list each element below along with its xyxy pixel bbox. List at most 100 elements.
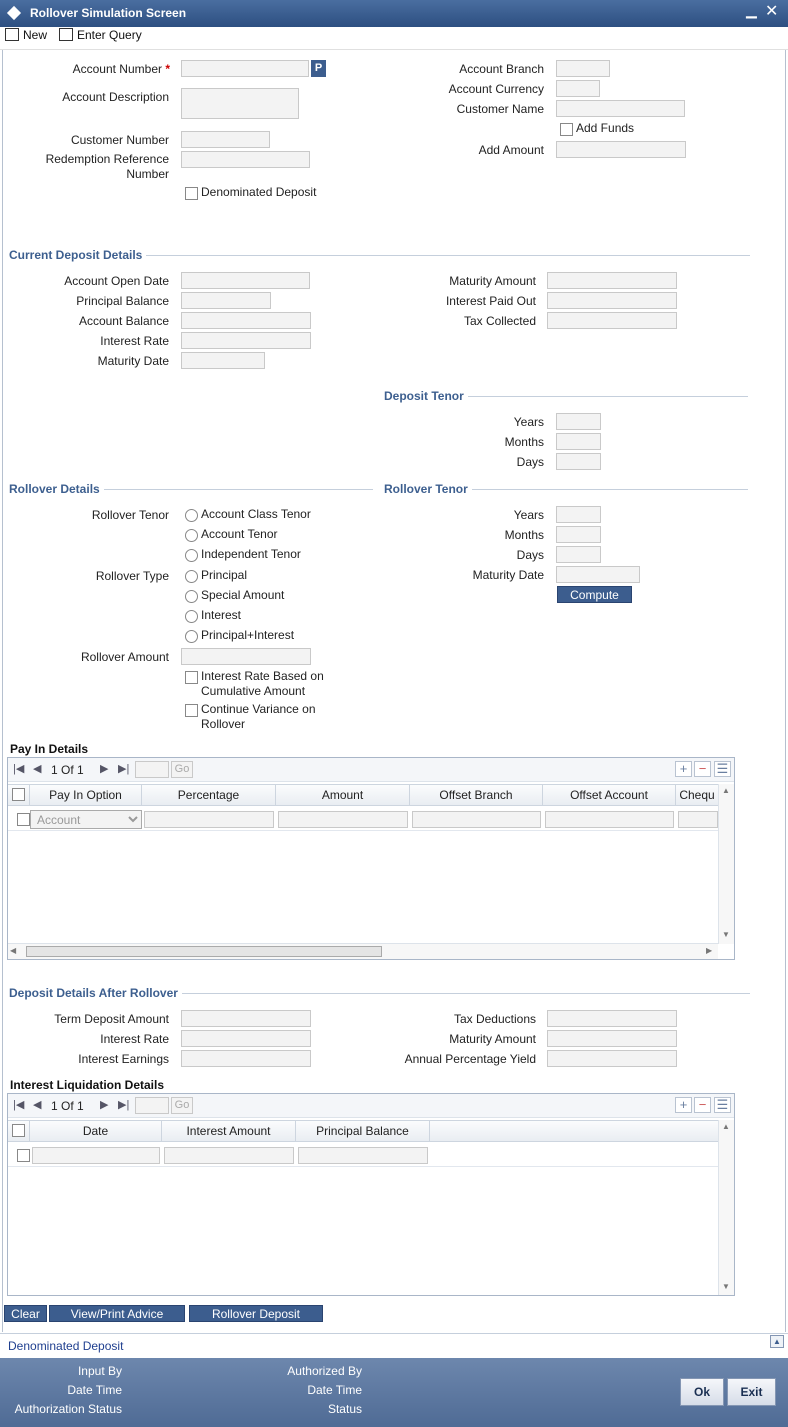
liq-select-all-checkbox[interactable] <box>12 1124 25 1137</box>
liq-last-page-icon[interactable]: ▶| <box>118 1098 129 1111</box>
principal-balance-input[interactable] <box>181 292 271 309</box>
col-interest-amount[interactable]: Interest Amount <box>162 1121 296 1142</box>
liq-prev-page-icon[interactable]: ◀ <box>33 1098 41 1111</box>
rollover-maturity-date-input[interactable] <box>556 566 640 583</box>
liq-page-input[interactable] <box>135 1097 169 1114</box>
scroll-up-icon[interactable]: ▲ <box>722 786 730 795</box>
tenor-radio-account[interactable] <box>185 529 198 542</box>
rollover-amount-input[interactable] <box>181 648 311 665</box>
col-percentage[interactable]: Percentage <box>142 785 276 806</box>
col-cheque[interactable]: Chequ <box>676 785 718 806</box>
tax-collected-input[interactable] <box>547 312 677 329</box>
scroll-right-icon[interactable]: ▶ <box>706 946 712 955</box>
liq-scroll-down-icon[interactable]: ▼ <box>722 1282 730 1291</box>
term-deposit-amount-input[interactable] <box>181 1010 311 1027</box>
col-offset-account[interactable]: Offset Account <box>543 785 676 806</box>
tax-deductions-input[interactable] <box>547 1010 677 1027</box>
liq-select-all[interactable] <box>8 1121 30 1142</box>
pay-in-select-all-checkbox[interactable] <box>12 788 25 801</box>
continue-variance-checkbox[interactable] <box>185 704 198 717</box>
type-radio-interest[interactable] <box>185 610 198 623</box>
add-amount-input[interactable] <box>556 141 686 158</box>
first-page-icon[interactable]: |◀ <box>13 762 24 775</box>
account-number-input[interactable] <box>181 60 309 77</box>
account-branch-input[interactable] <box>556 60 610 77</box>
liq-go-button[interactable]: Go <box>171 1097 193 1114</box>
date-cell[interactable] <box>32 1147 160 1164</box>
compute-button[interactable]: Compute <box>557 586 632 603</box>
clear-button[interactable]: Clear <box>4 1305 47 1322</box>
account-balance-input[interactable] <box>181 312 311 329</box>
col-amount[interactable]: Amount <box>276 785 410 806</box>
horizontal-scroll-thumb[interactable] <box>26 946 382 957</box>
interest-rate-input[interactable] <box>181 332 311 349</box>
view-print-advice-button[interactable]: View/Print Advice <box>49 1305 185 1322</box>
liq-single-record-view-icon[interactable]: ☰ <box>714 1097 731 1113</box>
interest-rate-cumulative-checkbox[interactable] <box>185 671 198 684</box>
scroll-left-icon[interactable]: ◀ <box>10 946 16 955</box>
account-currency-input[interactable] <box>556 80 600 97</box>
ok-button[interactable]: Ok <box>680 1378 724 1406</box>
tenor-radio-independent[interactable] <box>185 549 198 562</box>
maturity-date-input[interactable] <box>181 352 265 369</box>
interest-paid-out-input[interactable] <box>547 292 677 309</box>
customer-name-input[interactable] <box>556 100 685 117</box>
offset-account-cell[interactable] <box>545 811 674 828</box>
close-icon[interactable]: ✕ <box>765 1 778 21</box>
pay-in-go-button[interactable]: Go <box>171 761 193 778</box>
liq-next-page-icon[interactable]: ▶ <box>100 1098 108 1111</box>
scroll-down-icon[interactable]: ▼ <box>722 930 730 939</box>
add-funds-checkbox[interactable] <box>560 123 573 136</box>
liq-delete-row-icon[interactable]: − <box>694 1097 711 1113</box>
delete-row-icon[interactable]: − <box>694 761 711 777</box>
liq-first-page-icon[interactable]: |◀ <box>13 1098 24 1111</box>
apy-input[interactable] <box>547 1050 677 1067</box>
customer-number-input[interactable] <box>181 131 270 148</box>
pay-in-select-all[interactable] <box>8 785 30 806</box>
after-maturity-amount-input[interactable] <box>547 1030 677 1047</box>
deposit-months-input[interactable] <box>556 433 601 450</box>
col-date[interactable]: Date <box>30 1121 162 1142</box>
offset-branch-cell[interactable] <box>412 811 541 828</box>
type-radio-principal[interactable] <box>185 570 198 583</box>
collapse-up-icon[interactable]: ▲ <box>770 1335 784 1348</box>
exit-button[interactable]: Exit <box>727 1378 776 1406</box>
type-radio-special-amount[interactable] <box>185 590 198 603</box>
pay-in-option-select[interactable]: Account <box>30 810 142 829</box>
col-principal-balance[interactable]: Principal Balance <box>296 1121 430 1142</box>
deposit-years-input[interactable] <box>556 413 601 430</box>
add-row-icon[interactable]: + <box>675 761 692 777</box>
account-description-input[interactable] <box>181 88 299 119</box>
account-lov-button[interactable]: P <box>311 60 326 77</box>
liq-row-select-checkbox[interactable] <box>17 1149 30 1162</box>
next-page-icon[interactable]: ▶ <box>100 762 108 775</box>
liq-add-row-icon[interactable]: + <box>675 1097 692 1113</box>
maturity-amount-input[interactable] <box>547 272 677 289</box>
col-pay-in-option[interactable]: Pay In Option <box>30 785 142 806</box>
rollover-deposit-button[interactable]: Rollover Deposit <box>189 1305 323 1322</box>
row-select-checkbox[interactable] <box>17 813 30 826</box>
pay-in-page-input[interactable] <box>135 761 169 778</box>
interest-amount-cell[interactable] <box>164 1147 294 1164</box>
pay-in-horizontal-scrollbar[interactable]: ◀ ▶ <box>8 943 718 959</box>
rollover-days-input[interactable] <box>556 546 601 563</box>
liq-vertical-scrollbar[interactable]: ▲ ▼ <box>718 1120 734 1295</box>
minimize-icon[interactable]: ▁ <box>746 2 757 19</box>
denominated-deposit-link[interactable]: Denominated Deposit <box>8 1339 123 1353</box>
new-button[interactable]: New <box>5 28 47 42</box>
single-record-view-icon[interactable]: ☰ <box>714 761 731 777</box>
principal-balance-cell[interactable] <box>298 1147 428 1164</box>
cheque-cell[interactable] <box>678 811 718 828</box>
denominated-deposit-checkbox[interactable] <box>185 187 198 200</box>
account-open-date-input[interactable] <box>181 272 310 289</box>
col-offset-branch[interactable]: Offset Branch <box>410 785 543 806</box>
interest-earnings-input[interactable] <box>181 1050 311 1067</box>
deposit-days-input[interactable] <box>556 453 601 470</box>
percentage-cell[interactable] <box>144 811 274 828</box>
last-page-icon[interactable]: ▶| <box>118 762 129 775</box>
after-interest-rate-input[interactable] <box>181 1030 311 1047</box>
enter-query-button[interactable]: Enter Query <box>59 28 142 42</box>
tenor-radio-account-class[interactable] <box>185 509 198 522</box>
liq-scroll-up-icon[interactable]: ▲ <box>722 1122 730 1131</box>
amount-cell[interactable] <box>278 811 408 828</box>
